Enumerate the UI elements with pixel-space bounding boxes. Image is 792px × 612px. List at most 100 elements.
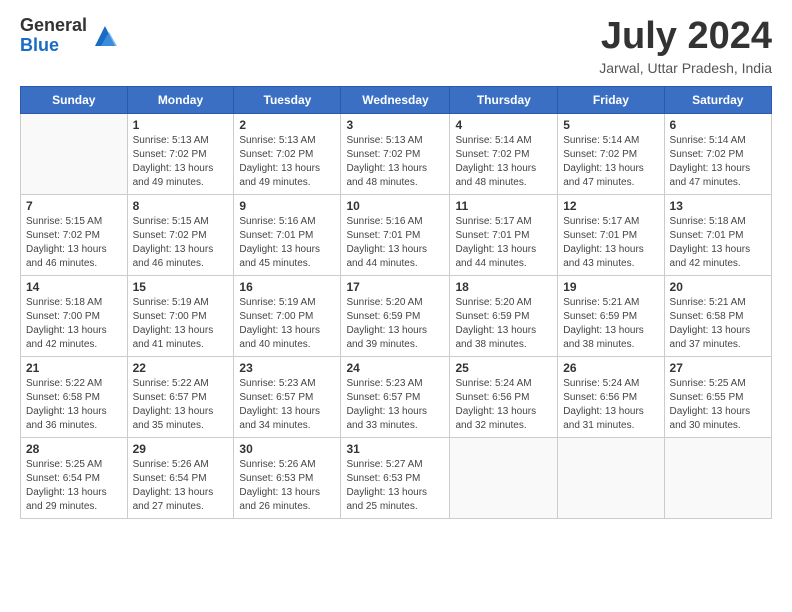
day-number: 11: [455, 199, 552, 213]
day-info: Sunrise: 5:17 AMSunset: 7:01 PMDaylight:…: [455, 215, 552, 271]
day-info: Sunrise: 5:16 AMSunset: 7:01 PMDaylight:…: [239, 215, 335, 271]
logo-text: General Blue: [20, 16, 87, 56]
page: General Blue July 2024 Jarwal, Uttar Pra…: [0, 0, 792, 612]
day-info: Sunrise: 5:15 AMSunset: 7:02 PMDaylight:…: [133, 215, 229, 271]
day-info: Sunrise: 5:25 AMSunset: 6:55 PMDaylight:…: [670, 377, 766, 433]
calendar-cell: 30Sunrise: 5:26 AMSunset: 6:53 PMDayligh…: [234, 437, 341, 518]
day-info: Sunrise: 5:20 AMSunset: 6:59 PMDaylight:…: [346, 296, 444, 352]
day-number: 27: [670, 361, 766, 375]
day-number: 30: [239, 442, 335, 456]
calendar: SundayMondayTuesdayWednesdayThursdayFrid…: [20, 86, 772, 519]
calendar-cell: 18Sunrise: 5:20 AMSunset: 6:59 PMDayligh…: [450, 275, 558, 356]
calendar-cell: 6Sunrise: 5:14 AMSunset: 7:02 PMDaylight…: [664, 113, 771, 194]
day-number: 16: [239, 280, 335, 294]
calendar-cell: 8 Sunrise: 5:15 AMSunset: 7:02 PMDaylight…: [127, 194, 234, 275]
calendar-cell: 29 Sunrise: 5:26 AMSunset: 6:54 PMDayligh…: [127, 437, 234, 518]
day-info: Sunrise: 5:13 AMSunset: 7:02 PMDaylight:…: [239, 134, 335, 190]
day-number: 19: [563, 280, 658, 294]
calendar-cell: 16Sunrise: 5:19 AMSunset: 7:00 PMDayligh…: [234, 275, 341, 356]
day-info: Sunrise: 5:27 AMSunset: 6:53 PMDaylight:…: [346, 458, 444, 514]
day-info: Sunrise: 5:13 AMSunset: 7:02 PMDaylight:…: [133, 134, 229, 190]
day-number: 1: [133, 118, 229, 132]
calendar-cell: [21, 113, 128, 194]
weekday-header-row: SundayMondayTuesdayWednesdayThursdayFrid…: [21, 86, 772, 113]
weekday-header-friday: Friday: [558, 86, 664, 113]
day-info: Sunrise: 5:14 AMSunset: 7:02 PMDaylight:…: [563, 134, 658, 190]
day-info: Sunrise: 5:23 AMSunset: 6:57 PMDaylight:…: [239, 377, 335, 433]
calendar-cell: 31 Sunrise: 5:27 AMSunset: 6:53 PMDayligh…: [341, 437, 450, 518]
day-number: 9: [239, 199, 335, 213]
day-number: 26: [563, 361, 658, 375]
day-number: 3: [346, 118, 444, 132]
calendar-week-row: 14 Sunrise: 5:18 AMSunset: 7:00 PMDayligh…: [21, 275, 772, 356]
weekday-header-sunday: Sunday: [21, 86, 128, 113]
calendar-cell: 24 Sunrise: 5:23 AMSunset: 6:57 PMDayligh…: [341, 356, 450, 437]
day-number: 13: [670, 199, 766, 213]
day-number: 5: [563, 118, 658, 132]
calendar-cell: 23Sunrise: 5:23 AMSunset: 6:57 PMDayligh…: [234, 356, 341, 437]
calendar-cell: 11 Sunrise: 5:17 AMSunset: 7:01 PMDayligh…: [450, 194, 558, 275]
day-number: 7: [26, 199, 122, 213]
day-info: Sunrise: 5:26 AMSunset: 6:54 PMDaylight:…: [133, 458, 229, 514]
day-info: Sunrise: 5:20 AMSunset: 6:59 PMDaylight:…: [455, 296, 552, 352]
main-title: July 2024: [599, 16, 772, 58]
day-number: 24: [346, 361, 444, 375]
day-info: Sunrise: 5:17 AMSunset: 7:01 PMDaylight:…: [563, 215, 658, 271]
calendar-cell: 7 Sunrise: 5:15 AMSunset: 7:02 PMDaylight…: [21, 194, 128, 275]
day-number: 31: [346, 442, 444, 456]
day-info: Sunrise: 5:18 AMSunset: 7:00 PMDaylight:…: [26, 296, 122, 352]
calendar-cell: 14 Sunrise: 5:18 AMSunset: 7:00 PMDayligh…: [21, 275, 128, 356]
day-info: Sunrise: 5:19 AMSunset: 7:00 PMDaylight:…: [133, 296, 229, 352]
calendar-cell: 27 Sunrise: 5:25 AMSunset: 6:55 PMDayligh…: [664, 356, 771, 437]
day-number: 10: [346, 199, 444, 213]
calendar-cell: [558, 437, 664, 518]
calendar-cell: 20 Sunrise: 5:21 AMSunset: 6:58 PMDayligh…: [664, 275, 771, 356]
day-number: 28: [26, 442, 122, 456]
calendar-cell: [450, 437, 558, 518]
calendar-week-row: 28Sunrise: 5:25 AMSunset: 6:54 PMDayligh…: [21, 437, 772, 518]
day-info: Sunrise: 5:16 AMSunset: 7:01 PMDaylight:…: [346, 215, 444, 271]
day-info: Sunrise: 5:22 AMSunset: 6:58 PMDaylight:…: [26, 377, 122, 433]
day-info: Sunrise: 5:14 AMSunset: 7:02 PMDaylight:…: [455, 134, 552, 190]
day-number: 22: [133, 361, 229, 375]
calendar-cell: 17 Sunrise: 5:20 AMSunset: 6:59 PMDayligh…: [341, 275, 450, 356]
day-info: Sunrise: 5:21 AMSunset: 6:58 PMDaylight:…: [670, 296, 766, 352]
calendar-cell: 10 Sunrise: 5:16 AMSunset: 7:01 PMDayligh…: [341, 194, 450, 275]
weekday-header-saturday: Saturday: [664, 86, 771, 113]
day-info: Sunrise: 5:23 AMSunset: 6:57 PMDaylight:…: [346, 377, 444, 433]
day-number: 20: [670, 280, 766, 294]
day-number: 21: [26, 361, 122, 375]
calendar-cell: 19Sunrise: 5:21 AMSunset: 6:59 PMDayligh…: [558, 275, 664, 356]
day-number: 12: [563, 199, 658, 213]
day-info: Sunrise: 5:24 AMSunset: 6:56 PMDaylight:…: [563, 377, 658, 433]
logo-general: General: [20, 16, 87, 36]
calendar-cell: 9 Sunrise: 5:16 AMSunset: 7:01 PMDaylight…: [234, 194, 341, 275]
calendar-cell: 13 Sunrise: 5:18 AMSunset: 7:01 PMDayligh…: [664, 194, 771, 275]
weekday-header-wednesday: Wednesday: [341, 86, 450, 113]
day-info: Sunrise: 5:22 AMSunset: 6:57 PMDaylight:…: [133, 377, 229, 433]
day-number: 4: [455, 118, 552, 132]
calendar-cell: 22 Sunrise: 5:22 AMSunset: 6:57 PMDayligh…: [127, 356, 234, 437]
day-info: Sunrise: 5:15 AMSunset: 7:02 PMDaylight:…: [26, 215, 122, 271]
day-number: 6: [670, 118, 766, 132]
logo-icon: [91, 22, 119, 50]
day-info: Sunrise: 5:18 AMSunset: 7:01 PMDaylight:…: [670, 215, 766, 271]
day-number: 15: [133, 280, 229, 294]
calendar-cell: 26 Sunrise: 5:24 AMSunset: 6:56 PMDayligh…: [558, 356, 664, 437]
logo: General Blue: [20, 16, 119, 56]
day-number: 14: [26, 280, 122, 294]
calendar-cell: 5 Sunrise: 5:14 AMSunset: 7:02 PMDaylight…: [558, 113, 664, 194]
calendar-cell: 3Sunrise: 5:13 AMSunset: 7:02 PMDaylight…: [341, 113, 450, 194]
title-section: July 2024 Jarwal, Uttar Pradesh, India: [599, 16, 772, 76]
header: General Blue July 2024 Jarwal, Uttar Pra…: [20, 16, 772, 76]
calendar-week-row: 21 Sunrise: 5:22 AMSunset: 6:58 PMDayligh…: [21, 356, 772, 437]
day-number: 8: [133, 199, 229, 213]
logo-blue: Blue: [20, 36, 87, 56]
calendar-week-row: 1 Sunrise: 5:13 AMSunset: 7:02 PMDaylight…: [21, 113, 772, 194]
calendar-cell: 12 Sunrise: 5:17 AMSunset: 7:01 PMDayligh…: [558, 194, 664, 275]
calendar-cell: 28Sunrise: 5:25 AMSunset: 6:54 PMDayligh…: [21, 437, 128, 518]
calendar-cell: 1 Sunrise: 5:13 AMSunset: 7:02 PMDaylight…: [127, 113, 234, 194]
calendar-week-row: 7 Sunrise: 5:15 AMSunset: 7:02 PMDaylight…: [21, 194, 772, 275]
day-number: 17: [346, 280, 444, 294]
day-number: 29: [133, 442, 229, 456]
